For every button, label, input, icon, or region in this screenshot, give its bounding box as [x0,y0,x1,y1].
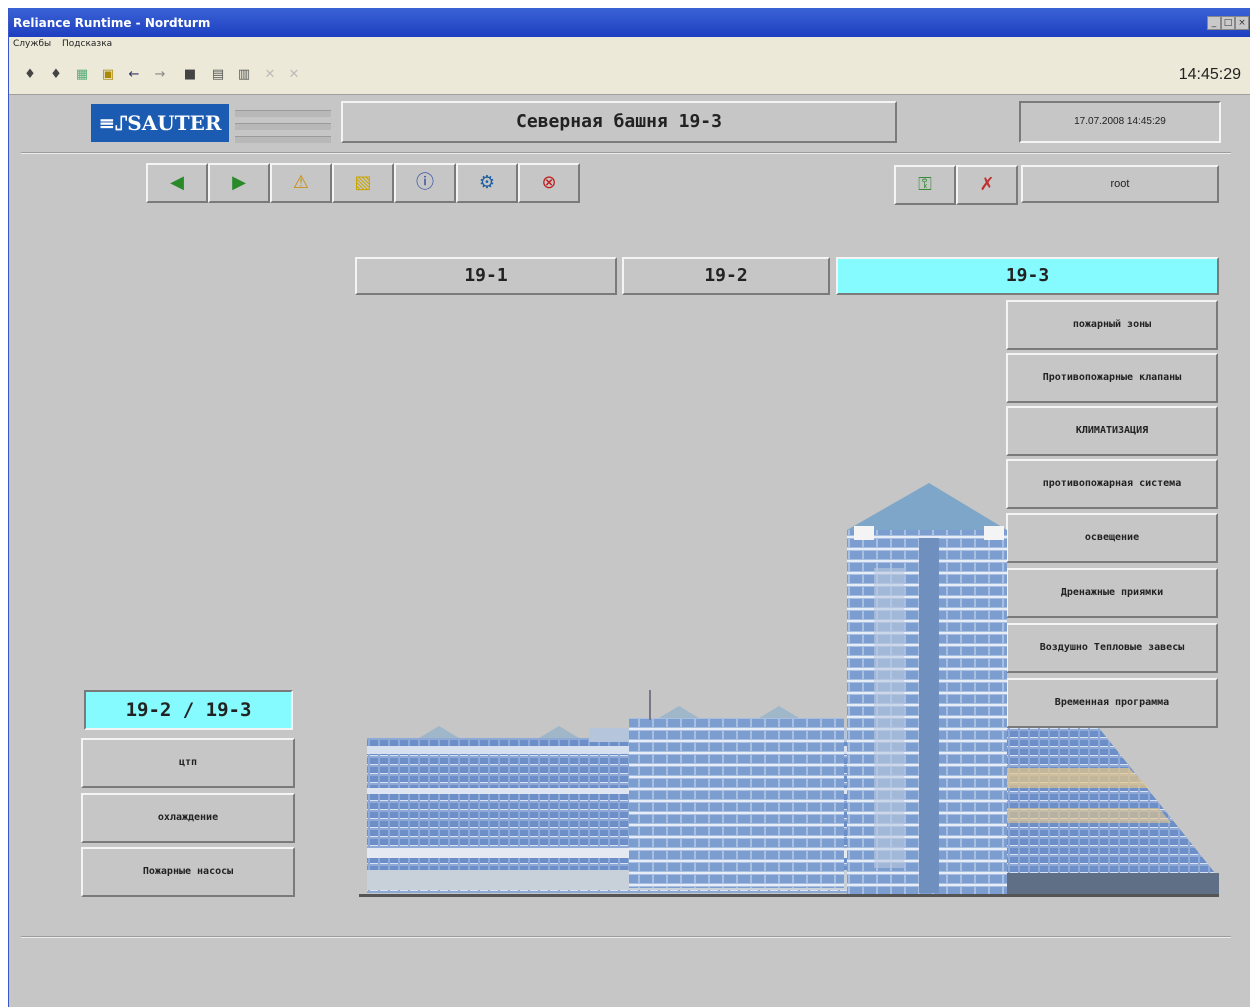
logout-key-icon: ✗ [979,174,995,195]
footer-divider [21,936,1231,938]
system-toolbar: ♦ ♦ ▦ ▣ ← → ■ ▤ ▥ ✕ ✕ 14:45:29 [9,54,1250,95]
tab-19-2[interactable]: 19-2 [622,257,830,295]
back-arrow-icon[interactable]: ← [127,68,141,82]
forward-arrow-icon[interactable]: → [153,68,167,82]
divider [21,152,1231,154]
info-icon: ⓘ [416,172,434,193]
menu-services[interactable]: Службы [9,37,55,51]
menu-help[interactable]: Подсказка [58,37,116,51]
trend-chart-icon: ▧ [354,172,372,193]
green-left-arrow-icon: ◀ [170,172,184,193]
close-button[interactable]: × [1235,16,1249,30]
print-icon[interactable]: ▥ [237,68,251,82]
clock: 14:45:29 [1178,66,1241,83]
trends-button[interactable]: ▧ [332,163,394,203]
grid-icon[interactable]: ▦ [75,68,89,82]
login-button[interactable]: ⚿ [894,165,956,205]
alarm-warning-icon: ⚠ [292,172,310,193]
back-button[interactable]: ◀ [146,163,208,203]
settings-button[interactable]: ⚙ [456,163,518,203]
login-icon[interactable]: ♦ [23,68,37,82]
picture-icon[interactable]: ▤ [211,68,225,82]
tab-19-1[interactable]: 19-1 [355,257,617,295]
alarm-icon[interactable]: ▣ [101,68,115,82]
cooling-button[interactable]: охлаждение [81,793,295,843]
logout-icon[interactable]: ♦ [49,68,63,82]
fire-dampers-button[interactable]: Противопожарные клапаны [1006,353,1218,403]
datetime-display: 17.07.2008 14:45:29 [1019,101,1221,143]
maximize-button[interactable]: □ [1221,16,1235,30]
window-title: Reliance Runtime - Nordturm [13,16,211,30]
page-title: Северная башня 19-3 [341,101,897,143]
red-close-icon: ⊗ [541,172,557,193]
logout-button[interactable]: ✗ [956,165,1018,205]
login-key-icon: ⚿ [918,174,932,195]
fire-zones-button[interactable]: пожарный зоны [1006,300,1218,350]
section-heading: 19-2 / 19-3 [84,690,293,730]
app-window: Reliance Runtime - Nordturm _ □ × Службы… [8,8,1250,1007]
title-bar[interactable]: Reliance Runtime - Nordturm _ □ × [9,8,1250,37]
minimize-button[interactable]: _ [1207,16,1221,30]
sauter-logo: ≡⑀SAUTER [91,104,229,142]
exit-button[interactable]: ⊗ [518,163,580,203]
settings-icon: ⚙ [478,172,496,193]
air-conditioning-button[interactable]: КЛИМАТИЗАЦИЯ [1006,406,1218,456]
disabled-tool-icon: ✕ [288,67,300,82]
tab-19-3[interactable]: 19-3 [836,257,1219,295]
green-right-arrow-icon: ▶ [232,172,246,193]
current-user: root [1021,165,1219,203]
forward-button[interactable]: ▶ [208,163,270,203]
disabled-tool-icon: ✕ [264,67,276,82]
fire-pumps-button[interactable]: Пожарные насосы [81,847,295,897]
menu-bar: Службы Подсказка [9,37,1250,54]
book-icon[interactable]: ■ [183,68,197,82]
logo-decoration [235,104,331,143]
heating-substation-button[interactable]: цтп [81,738,295,788]
alarms-button[interactable]: ⚠ [270,163,332,203]
building-illustration [359,483,1219,897]
info-button[interactable]: ⓘ [394,163,456,203]
